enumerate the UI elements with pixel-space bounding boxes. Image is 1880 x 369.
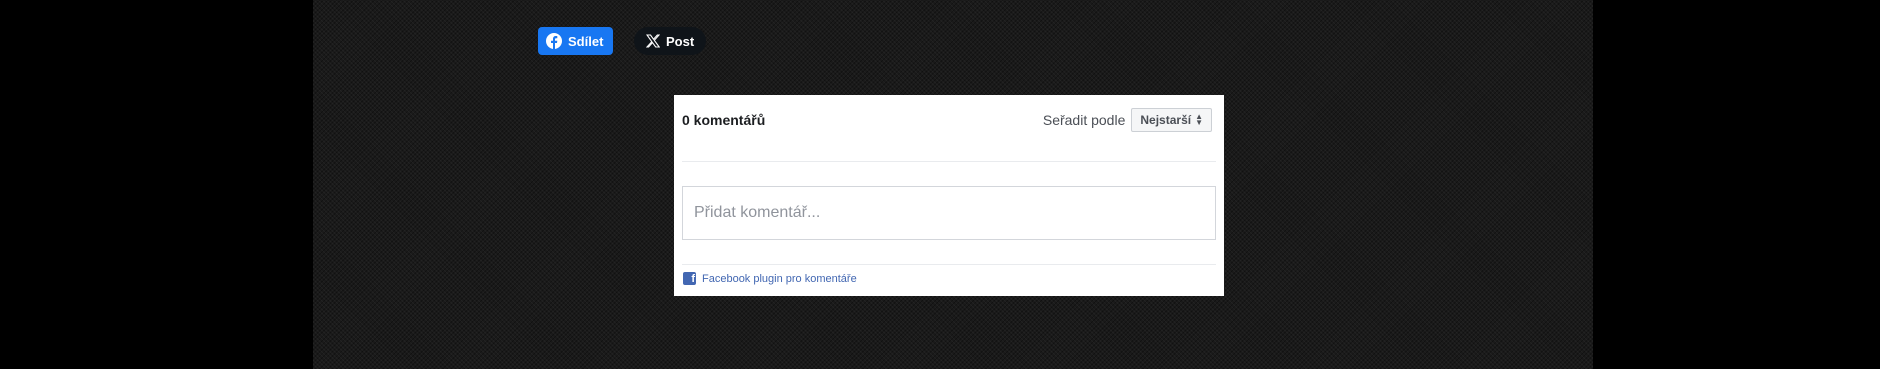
sort-selected-value: Nejstarší — [1140, 113, 1192, 127]
comments-header: 0 komentářů Seřadit podle Nejstarší ▲ ▼ — [682, 107, 1212, 133]
sort-control: Seřadit podle Nejstarší ▲ ▼ — [1043, 108, 1212, 132]
sort-label: Seřadit podle — [1042, 112, 1126, 128]
comment-input[interactable] — [682, 186, 1216, 240]
divider — [682, 264, 1216, 265]
divider — [682, 161, 1216, 162]
x-logo-icon — [646, 34, 660, 48]
facebook-comments-plugin: 0 komentářů Seřadit podle Nejstarší ▲▼ f… — [674, 95, 1224, 296]
x-post-button[interactable]: Post — [634, 27, 706, 55]
facebook-share-label: Sdílet — [568, 33, 604, 49]
sort-arrows-icon: ▲ ▼ — [1195, 112, 1203, 127]
comment-count: 0 komentářů — [682, 112, 766, 128]
x-post-label: Post — [666, 33, 695, 49]
plugin-label: Facebook plugin pro komentáře — [702, 272, 857, 285]
facebook-share-button[interactable]: Sdílet — [538, 27, 613, 55]
sort-dropdown[interactable]: Nejstarší ▲ ▼ — [1131, 108, 1212, 132]
facebook-icon — [546, 33, 562, 49]
facebook-plugin-link[interactable]: f Facebook plugin pro komentáře — [683, 272, 857, 285]
facebook-square-icon: f — [683, 272, 696, 285]
